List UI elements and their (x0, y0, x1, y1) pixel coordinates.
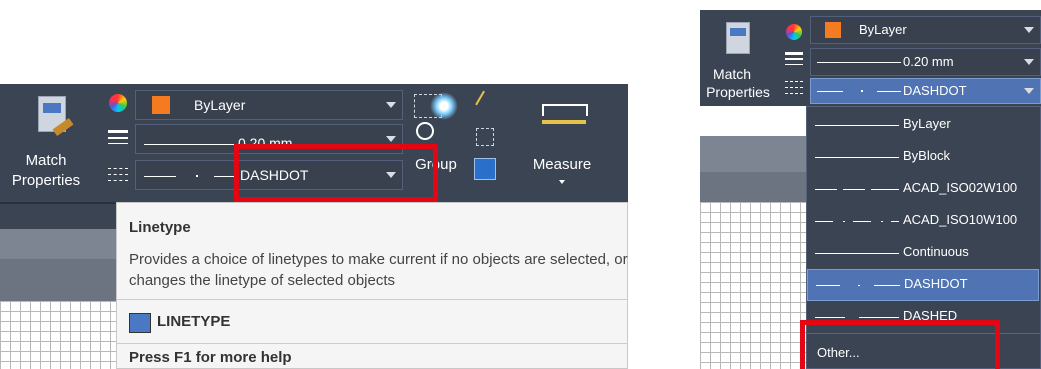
linetype-combo[interactable]: DASHDOT (810, 78, 1041, 104)
command-icon (129, 313, 151, 333)
chevron-down-icon (1024, 88, 1034, 94)
dropdown-item-acad-iso02w100[interactable]: ACAD_ISO02W100 (807, 173, 1039, 205)
chevron-down-icon (1024, 59, 1034, 65)
match-properties-icon (38, 96, 74, 137)
dropdown-item-label: ByLayer (903, 116, 951, 131)
group-circle-icon (416, 122, 434, 140)
lineweight-combo[interactable]: 0.20 mm (810, 48, 1041, 76)
chevron-down-icon (386, 102, 396, 108)
color-swatch (825, 22, 841, 38)
linetype-value: DASHDOT (903, 83, 967, 98)
highlight-box (800, 320, 1000, 369)
color-wheel-icon[interactable] (109, 94, 127, 112)
color-combo-value: ByLayer (859, 22, 907, 37)
color-swatch (152, 96, 170, 114)
dropdown-item-continuous[interactable]: Continuous (807, 237, 1039, 269)
linetype-sample-dot (861, 90, 863, 92)
color-combo[interactable]: ByLayer (810, 16, 1041, 44)
group-star-icon (430, 92, 458, 120)
match-properties-button[interactable]: Match Properties (702, 14, 778, 106)
measure-label: Measure (532, 156, 592, 173)
tooltip-separator (117, 299, 628, 300)
lineweight-sample (144, 144, 236, 145)
dropdown-item-bylayer[interactable]: ByLayer (807, 109, 1039, 141)
linetype-tooltip: Linetype Provides a choice of linetypes … (116, 202, 628, 369)
color-combo[interactable]: ByLayer (135, 90, 403, 120)
dropdown-item-acad-iso10w100[interactable]: ACAD_ISO10W100 (807, 205, 1039, 237)
dropdown-item-label: ACAD_ISO02W100 (903, 180, 1018, 195)
linetype-sample-dash (144, 176, 176, 177)
lineweight-icon[interactable] (108, 128, 128, 148)
dropdown-item-label: ByBlock (903, 148, 950, 163)
tooltip-separator (117, 343, 628, 344)
highlight-box (234, 144, 438, 202)
match-properties-label: Match (25, 152, 67, 169)
dropdown-item-byblock[interactable]: ByBlock (807, 141, 1039, 173)
group-edit-icon[interactable] (476, 128, 494, 146)
measure-button[interactable]: Measure (522, 92, 602, 184)
color-combo-value: ByLayer (194, 97, 246, 113)
linetype-icon[interactable] (785, 80, 803, 94)
color-wheel-icon[interactable] (786, 24, 802, 40)
dropdown-item-label: DASHDOT (904, 276, 968, 291)
linetype-sample-dash (817, 91, 843, 92)
linetype-sample-dot (196, 175, 198, 177)
lineweight-sample (817, 62, 901, 63)
dropdown-item-label: Continuous (903, 244, 969, 259)
tooltip-title: Linetype (129, 219, 191, 236)
linetype-sample-dash (214, 176, 236, 177)
match-properties-label: Match (712, 66, 752, 82)
chevron-down-icon (559, 180, 565, 184)
linetype-icon[interactable] (108, 166, 128, 182)
linetype-sample-dash (877, 91, 901, 92)
ruler-icon (542, 104, 588, 116)
tooltip-description: Provides a choice of linetypes to make c… (129, 251, 628, 289)
match-properties-button[interactable]: Match Properties (12, 92, 94, 200)
left-screenshot: Match Properties ByLayer 0.20 mm DASHDOT (0, 84, 628, 369)
right-screenshot: Match Properties ByLayer 0.20 mm DASHDOT… (700, 10, 1041, 369)
match-properties-icon (726, 22, 750, 54)
chevron-down-icon (386, 136, 396, 142)
match-properties-label-2: Properties (706, 84, 770, 100)
chevron-down-icon (1024, 27, 1034, 33)
lineweight-icon[interactable] (785, 50, 803, 68)
group-select-icon[interactable] (474, 158, 496, 180)
dropdown-item-label: ACAD_ISO10W100 (903, 212, 1018, 227)
tooltip-help: Press F1 for more help (129, 349, 292, 366)
lineweight-value: 0.20 mm (903, 54, 954, 69)
tooltip-command: LINETYPE (157, 313, 231, 330)
ruler-bar-icon (542, 120, 586, 124)
match-properties-label-2: Properties (11, 172, 81, 189)
dropdown-item-dashdot[interactable]: DASHDOT (807, 269, 1039, 301)
